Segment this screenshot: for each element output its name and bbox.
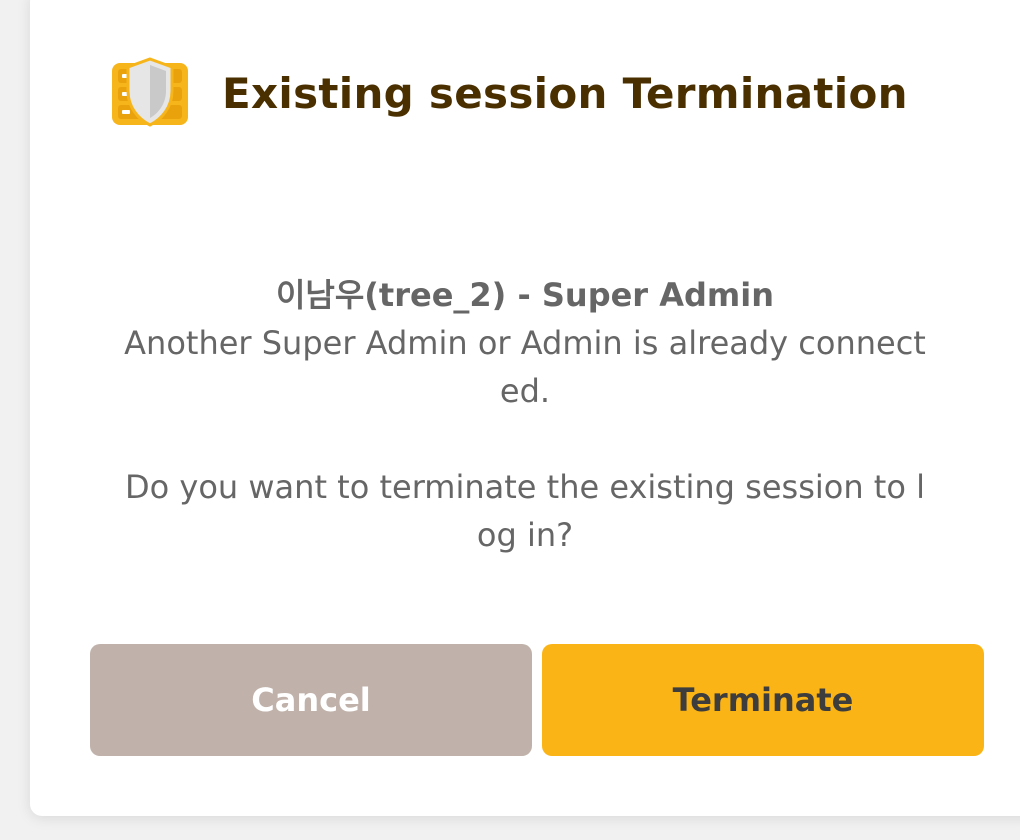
message-line-2: ed. — [499, 372, 551, 410]
dialog-body: 이남우(tree_2) - Super Admin Another Super … — [80, 273, 970, 559]
terminate-button[interactable]: Terminate — [542, 644, 984, 756]
question-line-1: Do you want to terminate the existing se… — [125, 468, 925, 506]
question-line-2: og in? — [476, 516, 574, 554]
termination-question: Do you want to terminate the existing se… — [80, 463, 970, 559]
dialog-title: Existing session Termination — [222, 68, 908, 118]
dialog-header: Existing session Termination — [110, 54, 908, 132]
user-info: 이남우(tree_2) - Super Admin — [275, 276, 774, 314]
server-shield-icon — [112, 57, 188, 127]
dialog-buttons: Cancel Terminate — [90, 644, 984, 756]
connection-message: Another Super Admin or Admin is already … — [80, 319, 970, 415]
cancel-button[interactable]: Cancel — [90, 644, 532, 756]
message-line-1: Another Super Admin or Admin is already … — [124, 324, 926, 362]
session-termination-dialog: Existing session Termination 이남우(tree_2)… — [30, 0, 1020, 816]
